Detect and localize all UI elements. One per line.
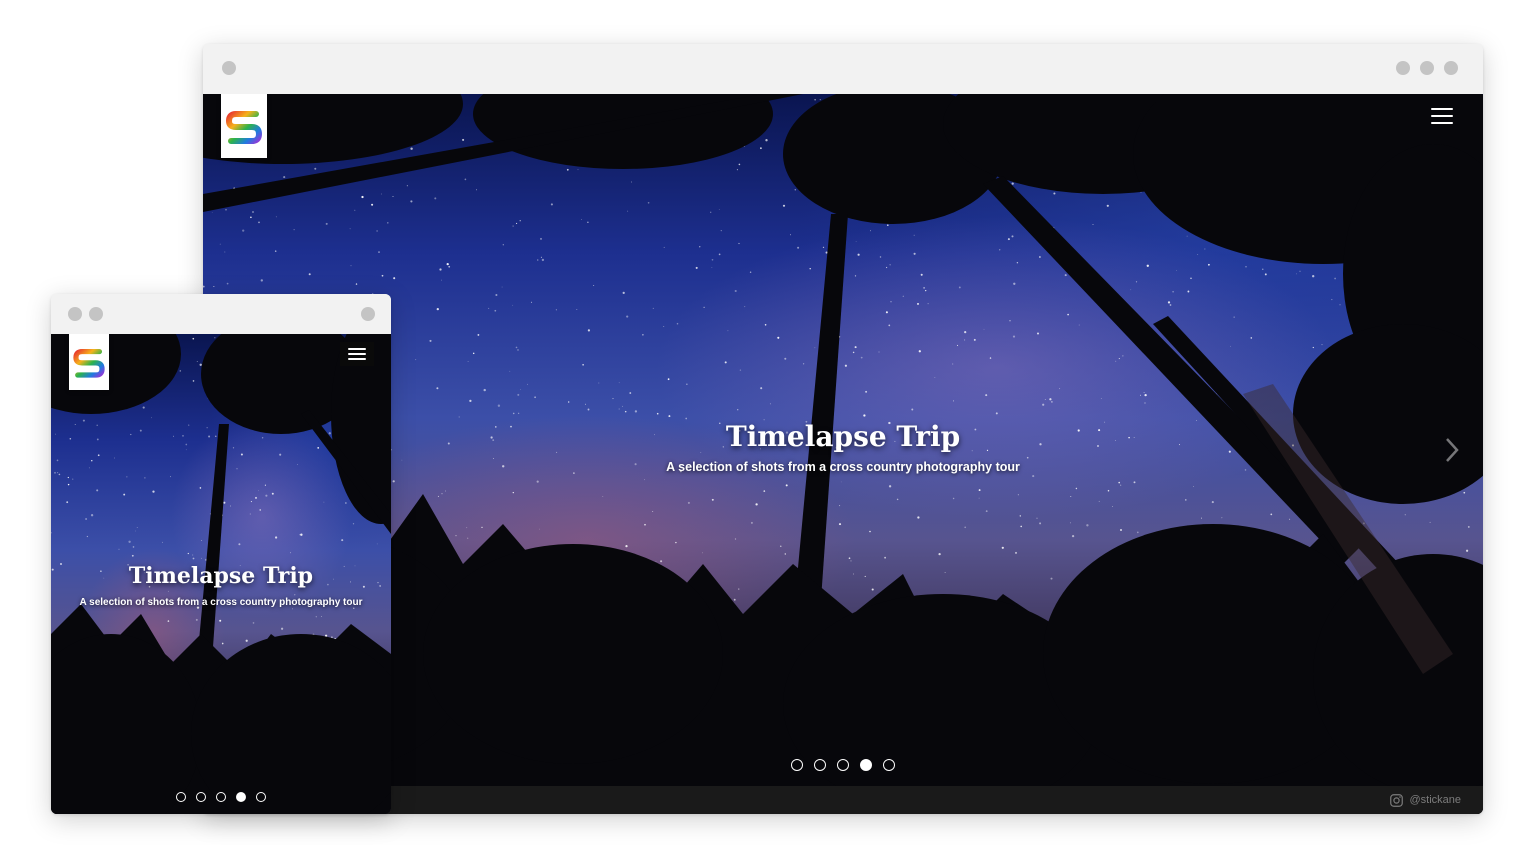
window-dot <box>1420 61 1434 75</box>
window-dot <box>1396 61 1410 75</box>
menu-button[interactable] <box>1431 108 1453 124</box>
window-dot <box>222 61 236 75</box>
hamburger-line <box>1431 115 1453 117</box>
hamburger-menu-icon <box>348 348 366 350</box>
menu-button[interactable] <box>340 342 374 366</box>
carousel-dot[interactable] <box>256 792 266 802</box>
window-dot <box>89 307 103 321</box>
instagram-handle[interactable]: @stickane <box>1409 794 1461 806</box>
carousel-dot[interactable] <box>176 792 186 802</box>
hero-subtitle: A selection of shots from a cross countr… <box>79 597 363 608</box>
mobile-browser-window: Timelapse Trip A selection of shots from… <box>51 294 391 814</box>
window-dot <box>68 307 82 321</box>
hamburger-line <box>348 353 366 355</box>
hamburger-menu-icon <box>1431 108 1453 110</box>
carousel-dot[interactable] <box>860 759 872 771</box>
mobile-titlebar <box>51 294 391 334</box>
logo-s-mark <box>73 348 105 378</box>
window-dot <box>1444 61 1458 75</box>
carousel-dot[interactable] <box>883 759 895 771</box>
mobile-hero-screen: Timelapse Trip A selection of shots from… <box>51 334 391 814</box>
site-footer: @stickane <box>203 786 1483 814</box>
site-logo[interactable] <box>69 334 109 390</box>
instagram-icon[interactable] <box>1390 793 1404 807</box>
desktop-browser-window: Timelapse Trip A selection of shots from… <box>203 44 1483 814</box>
hero-subtitle: A selection of shots from a cross countr… <box>666 460 1020 474</box>
desktop-titlebar <box>203 44 1483 94</box>
hero-title: Timelapse Trip <box>725 420 961 453</box>
carousel-dot[interactable] <box>814 759 826 771</box>
chevron-right-icon[interactable] <box>1445 437 1459 463</box>
carousel-dot[interactable] <box>216 792 226 802</box>
window-dot <box>361 307 375 321</box>
tree-silhouettes <box>203 94 1483 814</box>
carousel-dot[interactable] <box>196 792 206 802</box>
carousel-indicators <box>51 792 391 802</box>
desktop-hero-screen: Timelapse Trip A selection of shots from… <box>203 94 1483 814</box>
carousel-dot[interactable] <box>236 792 246 802</box>
hamburger-line <box>348 358 366 360</box>
hero-title: Timelapse Trip <box>128 563 314 589</box>
carousel-dot[interactable] <box>837 759 849 771</box>
hamburger-line <box>1431 122 1453 124</box>
site-logo[interactable] <box>221 94 267 158</box>
carousel-dot[interactable] <box>791 759 803 771</box>
carousel-indicators <box>203 759 1483 771</box>
logo-s-mark <box>225 111 263 144</box>
